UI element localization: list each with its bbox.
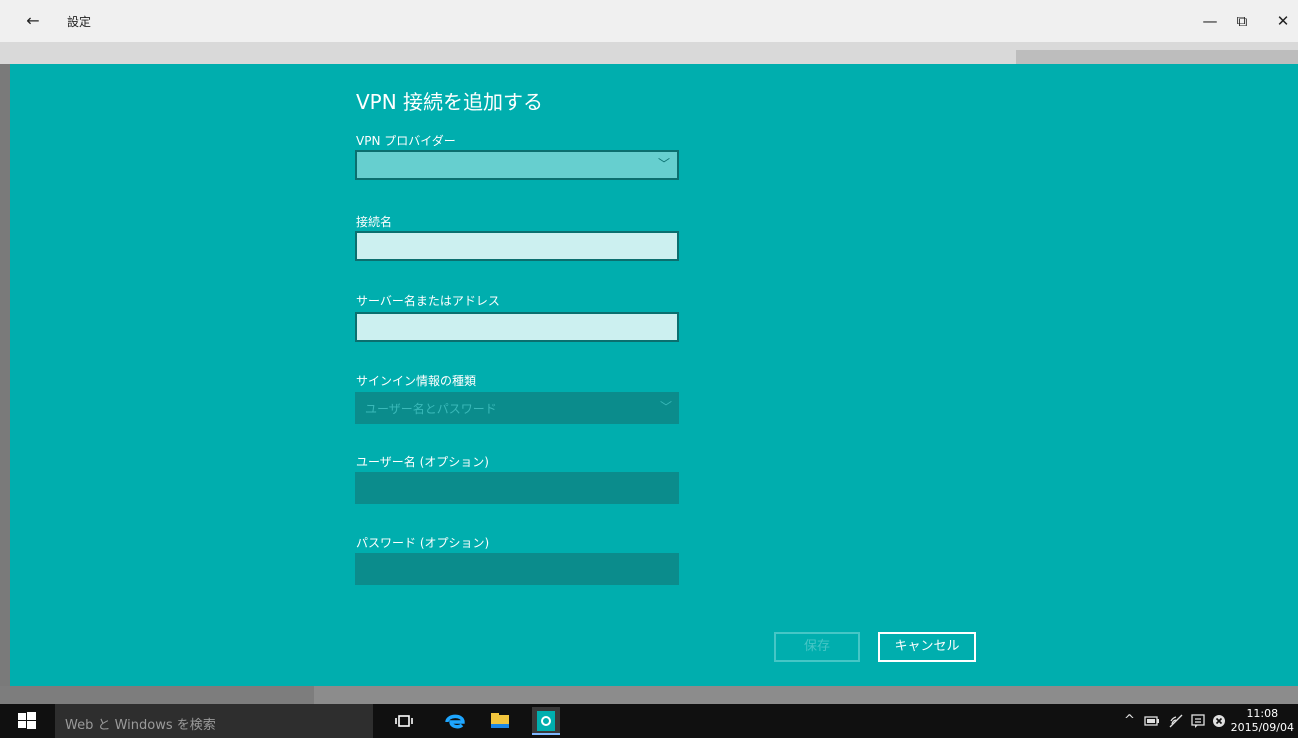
settings-app-icon[interactable] [532,707,560,735]
clock-time: 11:08 [1246,707,1279,720]
clock-date: 2015/09/04 [1230,721,1294,734]
chevron-down-icon: ﹀ [657,157,670,171]
connection-name-input[interactable] [355,231,679,261]
server-address-label: サーバー名またはアドレス [356,294,500,308]
add-vpn-dialog: VPN 接続を追加する VPN プロバイダー ﹀ 接続名 サーバー名またはアドレ… [10,64,1298,686]
taskbar-search-placeholder: Web と Windows を検索 [65,718,216,733]
windows-start-icon[interactable] [18,712,36,730]
action-center-icon[interactable] [1190,713,1206,729]
title-bar: ← 設定 — ⧉ ✕ [0,0,1298,42]
password-label: パスワード (オプション) [356,536,490,550]
signin-type-value: ユーザー名とパスワード [365,402,497,416]
taskbar-search-box[interactable]: Web と Windows を検索 [55,704,373,738]
signin-type-select[interactable]: ユーザー名とパスワード ﹀ [355,392,679,424]
close-button[interactable]: ✕ [1270,8,1296,34]
vpn-provider-select[interactable]: ﹀ [355,150,679,180]
settings-search-box [1016,50,1298,64]
scrollbar-thumb[interactable] [314,686,1298,704]
taskbar: Web と Windows を検索 ^ 11:08 2015/09/04 [0,704,1298,738]
cancel-button[interactable]: キャンセル [878,632,976,662]
background-scroll-strip [0,686,1298,704]
save-button[interactable]: 保存 [774,632,860,662]
username-input[interactable] [355,472,679,504]
edge-browser-icon[interactable] [443,709,467,733]
back-arrow-icon[interactable]: ← [22,11,44,31]
minimize-button[interactable]: — [1197,8,1223,34]
server-address-input[interactable] [355,312,679,342]
window-title: 設定 [67,15,92,29]
restore-button[interactable]: ⧉ [1229,8,1255,34]
dialog-title: VPN 接続を追加する [356,90,544,114]
signin-type-label: サインイン情報の種類 [356,374,477,388]
username-label: ユーザー名 (オプション) [356,455,489,469]
password-input[interactable] [355,553,679,585]
wifi-icon[interactable] [1168,713,1184,729]
task-view-icon[interactable] [392,709,416,733]
background-settings-page [0,42,1298,64]
chevron-down-icon: ﹀ [659,400,672,414]
volume-muted-icon[interactable] [1212,714,1226,728]
connection-name-label: 接続名 [356,215,393,229]
show-hidden-icons-icon[interactable]: ^ [1124,713,1135,728]
taskbar-clock[interactable]: 11:08 2015/09/04 [1231,707,1294,735]
vpn-provider-label: VPN プロバイダー [356,134,456,148]
file-explorer-icon[interactable] [488,709,512,733]
battery-icon[interactable] [1144,714,1160,728]
